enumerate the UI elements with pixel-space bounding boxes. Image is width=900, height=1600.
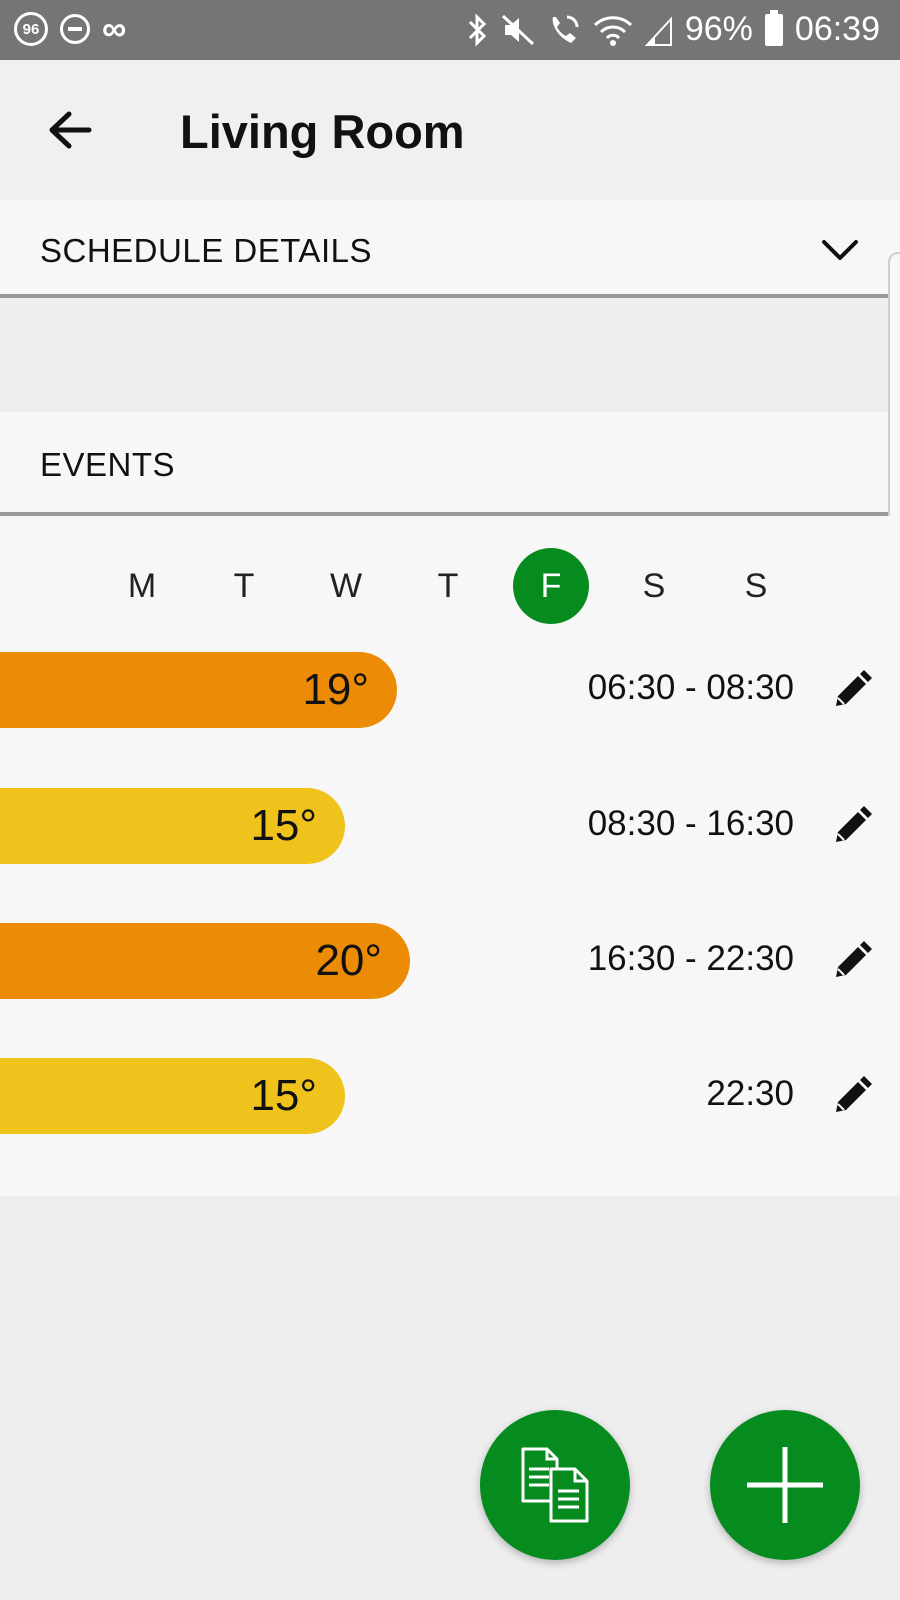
event-time: 08:30 - 16:30	[587, 804, 794, 843]
pencil-icon[interactable]	[830, 939, 874, 983]
events-panel: M T W T F S S 19° 06:30 - 08:30 15° 08:3…	[0, 516, 900, 1196]
page-title: Living Room	[180, 105, 465, 158]
temperature-bar: 19°	[0, 652, 397, 728]
wifi-calling-icon	[552, 15, 579, 43]
day-thursday[interactable]: T	[410, 548, 486, 624]
day-sunday[interactable]: S	[718, 548, 794, 624]
event-time: 22:30	[706, 1074, 794, 1113]
signal-icon	[644, 15, 672, 46]
temperature-bar: 15°	[0, 1058, 345, 1134]
day-wednesday[interactable]: W	[308, 548, 384, 624]
status-bar-left: 96 ∞	[14, 12, 126, 46]
back-button[interactable]	[40, 100, 100, 160]
day-saturday[interactable]: S	[616, 548, 692, 624]
status-bar-right: 96% 06:39	[467, 9, 880, 49]
pencil-icon[interactable]	[830, 1074, 874, 1118]
event-row: 20° 16:30 - 22:30	[0, 923, 900, 999]
battery-percentage: 96%	[684, 10, 753, 48]
day-tuesday[interactable]: T	[206, 548, 282, 624]
drawer-handle[interactable]	[888, 252, 900, 560]
status-bar: 96 ∞ 96% 06:39	[0, 0, 900, 60]
chevron-down-icon	[822, 240, 858, 260]
do-not-disturb-icon	[60, 14, 90, 44]
app-header: Living Room	[0, 60, 900, 200]
wifi-icon	[593, 15, 632, 46]
mute-icon	[501, 14, 534, 45]
day-monday[interactable]: M	[104, 548, 180, 624]
temperature-bar: 20°	[0, 923, 410, 999]
temperature-bar: 15°	[0, 788, 345, 864]
arrow-left-icon	[49, 111, 92, 149]
schedule-details-label: SCHEDULE DETAILS	[40, 232, 372, 269]
events-label: EVENTS	[40, 446, 176, 483]
badge-96-icon: 96	[14, 12, 48, 46]
events-header: EVENTS	[0, 412, 900, 516]
pencil-icon[interactable]	[830, 804, 874, 848]
clock: 06:39	[794, 10, 880, 48]
event-row: 19° 06:30 - 08:30	[0, 652, 900, 728]
copy-documents-icon	[521, 1447, 589, 1523]
bluetooth-icon	[468, 12, 486, 47]
day-friday[interactable]: F	[513, 548, 589, 624]
pencil-icon[interactable]	[830, 668, 874, 712]
infinity-icon: ∞	[102, 10, 127, 48]
schedule-details-toggle[interactable]: SCHEDULE DETAILS	[0, 200, 900, 298]
copy-schedule-button[interactable]	[480, 1410, 630, 1560]
event-row: 15° 22:30	[0, 1058, 900, 1134]
event-time: 06:30 - 08:30	[587, 668, 794, 707]
event-time: 16:30 - 22:30	[587, 939, 794, 978]
add-event-button[interactable]	[710, 1410, 860, 1560]
event-row: 15° 08:30 - 16:30	[0, 788, 900, 864]
plus-icon	[747, 1447, 823, 1523]
battery-icon	[764, 9, 783, 46]
